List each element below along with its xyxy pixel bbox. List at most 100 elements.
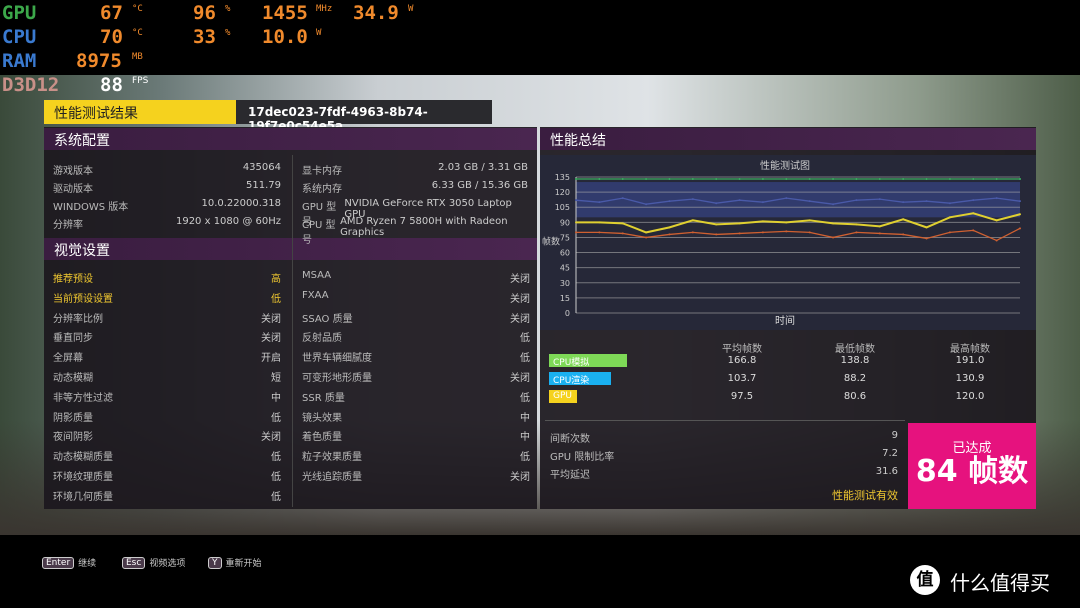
data-point [668,233,671,236]
row-value: 关闭 [510,472,530,483]
legend-cpu模拟: CPU模拟 [549,354,627,368]
visual-setting-row: SSR 质量 低 [302,389,530,405]
footer-action-enter[interactable]: Enter 继续 [42,556,96,569]
row-label: 阴影质量 [53,412,93,424]
row-value: 1920 x 1080 @ 60Hz [175,216,281,227]
data-point [598,221,601,224]
data-point [785,230,788,233]
data-point [878,225,881,228]
hud-gpu-clock: 1455 [262,2,308,24]
key-badge: Esc [122,556,146,569]
data-point [761,220,764,223]
row-value: 低 [271,472,281,483]
fps-value: 138.8 [840,355,870,366]
legend-gpu: GPU [549,390,577,403]
row-value: 2.03 GB / 3.31 GB [438,162,528,173]
row-value: 低 [520,353,530,365]
data-point [715,223,718,226]
visual-setting-row: 可变形地形质量 关闭 [302,369,530,385]
visual-setting-row: 动态模糊质量 低 [53,448,281,464]
data-point [1019,178,1021,181]
row-value: 10.0.22000.318 [201,198,281,209]
data-point [621,222,624,225]
data-point [715,202,718,205]
row-label: 驱动版本 [53,184,93,195]
system-info-row: GPU 型号 NVIDIA GeForce RTX 3050 Laptop GPU [302,198,528,228]
data-point [645,203,648,206]
stat-row: 平均延迟 31.6 [550,466,898,482]
row-value: 开启 [261,353,281,365]
data-point [691,198,694,201]
hud-ram-label: RAM [2,50,37,72]
chart-title: 性能测试图 [760,159,810,172]
row-label: 推荐预设 [53,274,93,285]
unit: % [225,28,231,38]
data-point [785,221,788,224]
unit: MHz [316,4,333,14]
unit: °C [132,28,143,38]
hud-cpu-load: 33 [193,26,216,48]
column-header: 平均帧数 [722,344,762,355]
run-id: 17dec023-7fdf-4963-8b74-19f7e0c54e5a [236,100,492,133]
visual-setting-row: 推荐预设 高 [53,270,281,286]
y-tick-label: 15 [560,294,570,303]
data-point [575,221,577,224]
data-point [691,219,694,222]
footer-action-y[interactable]: Y 重新开始 [208,556,262,569]
action-label: 视频选项 [149,559,186,569]
row-label: SSR 质量 [302,392,345,404]
row-value: 关闭 [510,373,530,384]
data-point [691,178,694,181]
unit: °C [132,4,143,14]
data-point [902,233,905,236]
row-value: NVIDIA GeForce RTX 3050 Laptop GPU [344,198,512,220]
data-point [761,231,764,234]
data-point [855,178,858,181]
row-value: 关闭 [510,274,530,285]
visual-setting-row: 粒子效果质量 低 [302,448,530,464]
fps-value: 88.2 [843,373,867,384]
row-value: 低 [271,491,281,503]
row-value: 短 [271,373,281,384]
data-point [902,218,905,221]
footer-action-esc[interactable]: Esc 视频选项 [122,556,185,569]
row-value: 低 [271,293,281,305]
fps-value: 130.9 [955,373,985,384]
data-point [832,178,835,181]
row-label: 非等方性过滤 [53,392,113,404]
action-label: 重新开始 [225,559,262,569]
row-label: WINDOWS 版本 [53,202,129,213]
row-label: 可变形地形质量 [302,373,372,384]
hud-fps: 88 [100,74,123,96]
data-point [738,232,741,235]
row-label: FXAA [302,289,329,301]
row-label: 分辨率 [53,220,83,231]
data-point [855,231,858,234]
row-label: 垂直同步 [53,333,93,345]
data-point [715,233,718,236]
row-label: 间断次数 [550,434,590,445]
y-axis-label: 帧数 [542,235,560,247]
data-point [738,178,741,181]
visual-setting-row: 镜头效果 中 [302,409,530,425]
hud-cpu-power: 10.0 [262,26,308,48]
row-label: GPU 型号 [302,202,337,228]
data-point [668,200,671,203]
visual-setting-row: 反射品质 低 [302,329,530,345]
row-value: 高 [271,274,281,285]
system-info-row: 分辨率 1920 x 1080 @ 60Hz [53,216,281,232]
data-point [948,178,951,181]
y-tick-label: 120 [555,188,570,197]
visual-setting-row: 分辨率比例 关闭 [53,310,281,326]
visual-setting-row: 着色质量 中 [302,428,530,444]
unit: % [225,4,231,14]
y-tick-label: 105 [555,203,570,212]
stat-row: 间断次数 9 [550,430,898,446]
data-point [972,229,975,232]
data-point [668,226,671,229]
row-value: 中 [520,432,530,444]
row-label: 世界车辆细腻度 [302,353,372,365]
legend-cpu渲染: CPU渲染 [549,372,611,386]
y-tick-label: 0 [565,309,570,318]
data-point [761,201,764,204]
